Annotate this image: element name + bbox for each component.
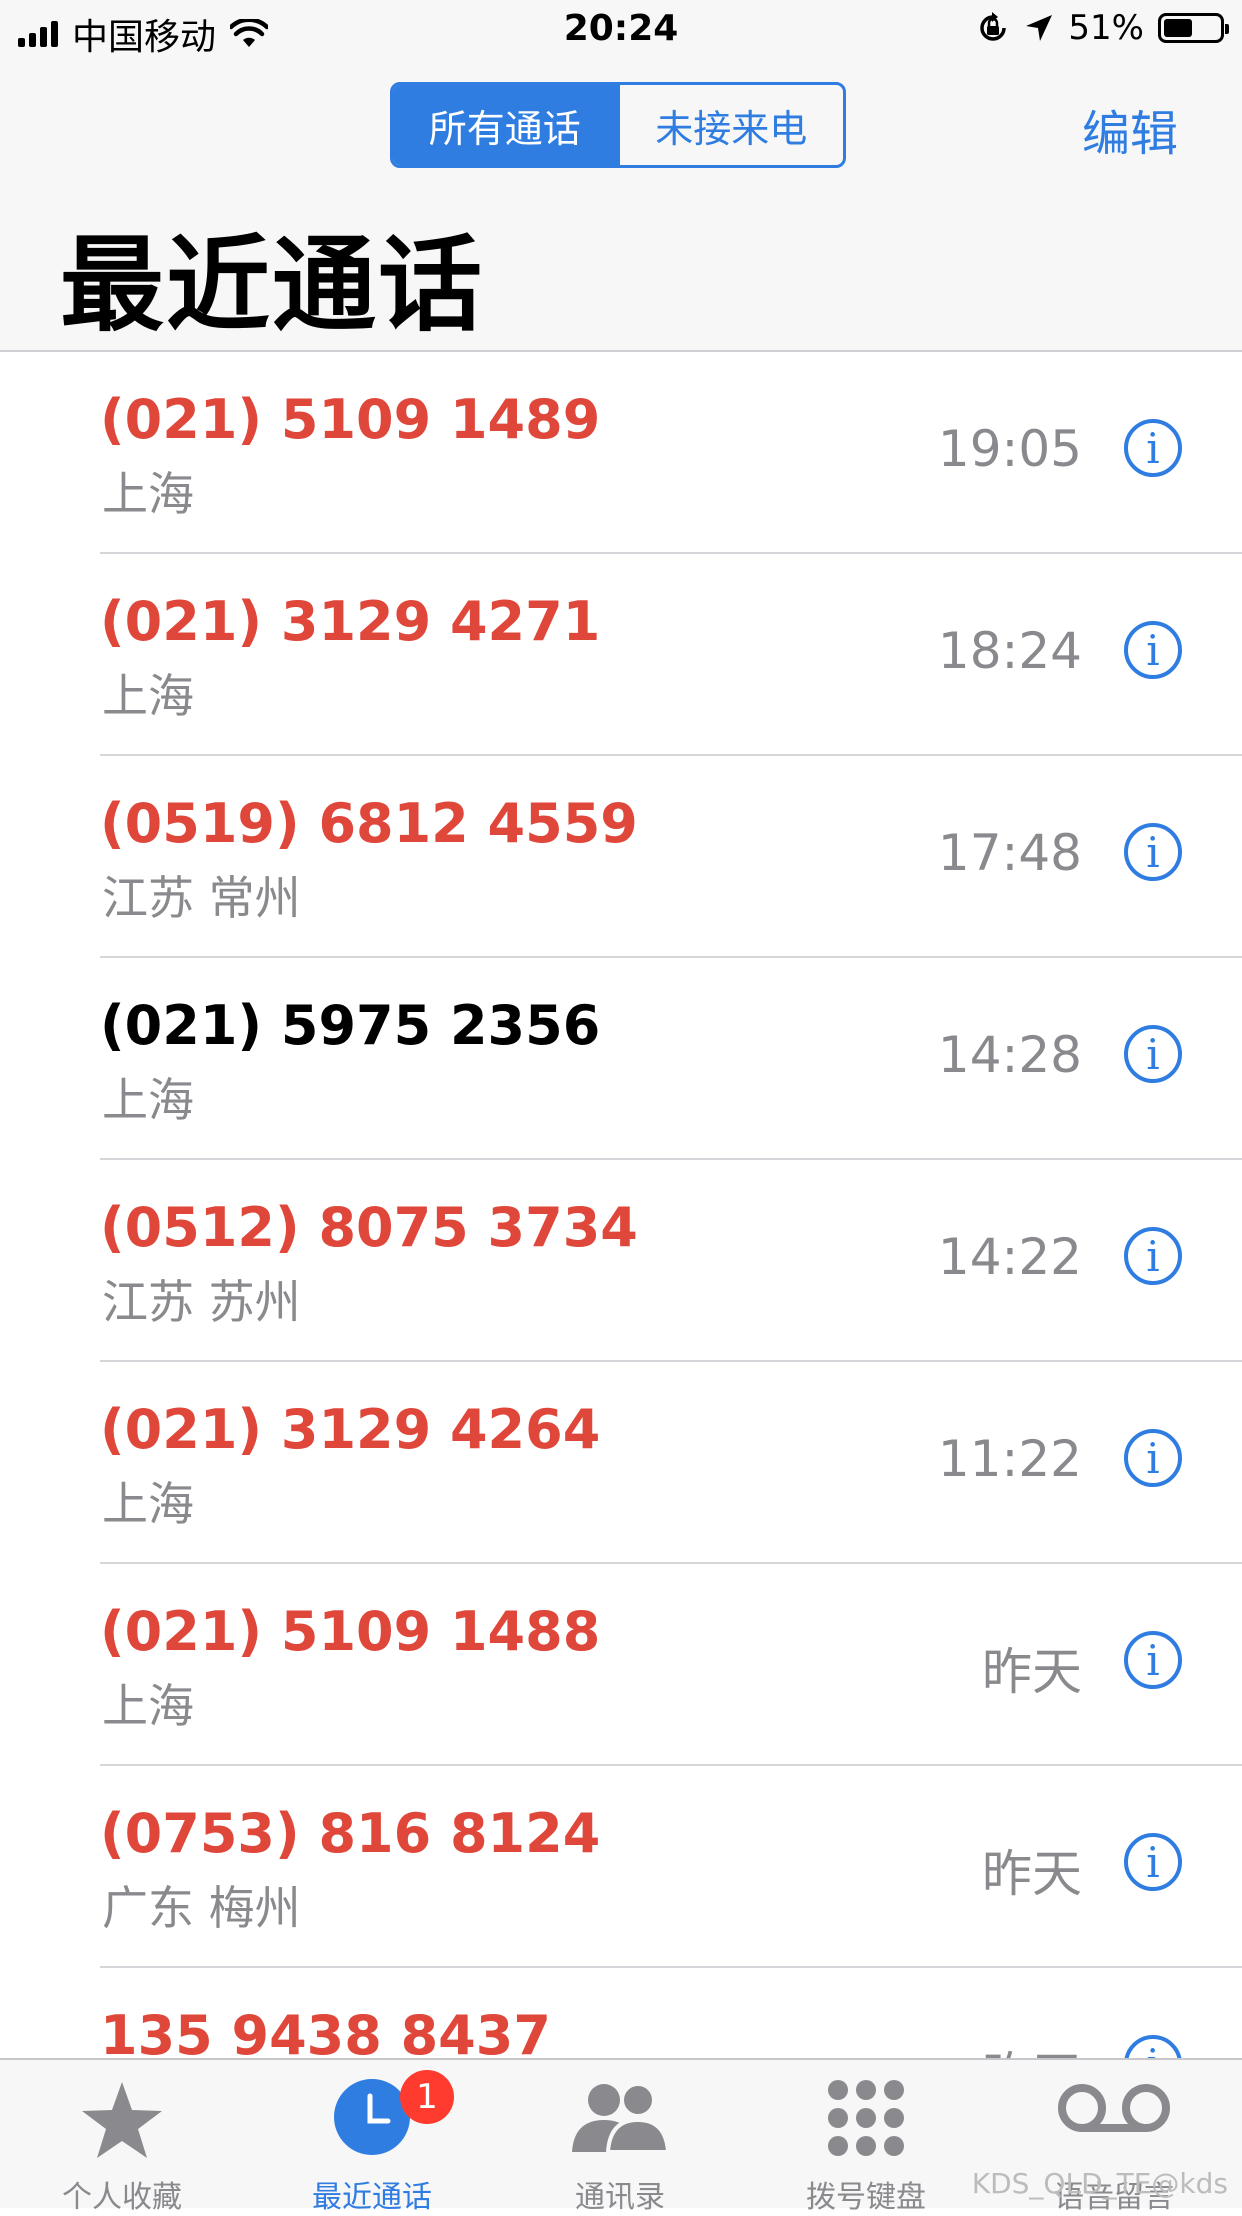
call-time: 17:48 bbox=[937, 824, 1082, 882]
call-location: 上海 bbox=[102, 1477, 194, 1531]
info-icon[interactable]: i bbox=[1124, 1631, 1182, 1689]
call-time: 14:28 bbox=[937, 1026, 1082, 1084]
info-icon[interactable]: i bbox=[1124, 621, 1182, 679]
call-row[interactable]: (0519) 6812 4559 江苏 常州 17:48 i bbox=[0, 756, 1242, 958]
info-icon[interactable]: i bbox=[1124, 2035, 1182, 2058]
call-location: 广东 梅州 bbox=[102, 1881, 301, 1935]
call-row[interactable]: (021) 5109 1488 上海 昨天 i bbox=[0, 1564, 1242, 1766]
call-time: 18:24 bbox=[937, 622, 1082, 680]
call-number: (021) 5109 1488 bbox=[100, 1600, 601, 1663]
keypad-icon bbox=[828, 2080, 904, 2156]
star-icon bbox=[82, 2082, 162, 2158]
call-time: 19:05 bbox=[937, 420, 1082, 478]
battery-icon bbox=[1158, 13, 1229, 43]
call-number: (021) 5109 1489 bbox=[100, 388, 601, 451]
watermark-text: KDS_QLD_TE@kds bbox=[971, 2167, 1228, 2200]
call-number: (0512) 8075 3734 bbox=[100, 1196, 638, 1259]
clock-icon bbox=[334, 2079, 410, 2155]
info-icon[interactable]: i bbox=[1124, 1429, 1182, 1487]
segment-all-calls[interactable]: 所有通话 bbox=[393, 85, 617, 165]
tab-label: 拨号键盘 bbox=[806, 2180, 926, 2215]
call-row[interactable]: (021) 3129 4271 上海 18:24 i bbox=[0, 554, 1242, 756]
call-number: (021) 3129 4264 bbox=[100, 1398, 601, 1461]
call-number: (0519) 6812 4559 bbox=[100, 792, 638, 855]
call-location: 上海 bbox=[102, 467, 194, 521]
tab-keypad[interactable]: 拨号键盘 bbox=[746, 2060, 986, 2215]
tab-label: 通讯录 bbox=[575, 2180, 665, 2215]
call-row[interactable]: (0753) 816 8124 广东 梅州 昨天 i bbox=[0, 1766, 1242, 1968]
tab-recents[interactable]: 1 最近通话 bbox=[252, 2060, 492, 2215]
status-right: 51% bbox=[976, 8, 1229, 48]
edit-button[interactable]: 编辑 bbox=[1082, 94, 1178, 164]
page-title: 最近通话 bbox=[60, 224, 485, 346]
segment-missed-calls[interactable]: 未接来电 bbox=[616, 85, 844, 165]
voicemail-icon bbox=[1058, 2084, 1170, 2132]
call-time: 昨天 bbox=[982, 2036, 1082, 2058]
info-icon[interactable]: i bbox=[1124, 823, 1182, 881]
tab-bar: 个人收藏 1 最近通话 通讯录 拨号键盘 语音留言 KDS_QLD_TE@kds bbox=[0, 2058, 1242, 2215]
call-time: 昨天 bbox=[982, 1845, 1082, 1903]
call-number: (021) 5975 2356 bbox=[100, 994, 601, 1057]
tab-label: 个人收藏 bbox=[62, 2180, 182, 2215]
call-row[interactable]: 135 9438 8437 昨天 i bbox=[0, 1968, 1242, 2058]
call-row[interactable]: (021) 5975 2356 上海 14:28 i bbox=[0, 958, 1242, 1160]
call-number: (021) 3129 4271 bbox=[100, 590, 601, 653]
call-number: 135 9438 8437 bbox=[100, 2004, 551, 2058]
tab-favorites[interactable]: 个人收藏 bbox=[2, 2060, 242, 2215]
info-icon[interactable]: i bbox=[1124, 1227, 1182, 1285]
call-time: 14:22 bbox=[937, 1228, 1082, 1286]
battery-percent: 51% bbox=[1068, 8, 1144, 48]
rotation-lock-icon bbox=[980, 12, 1007, 41]
tab-contacts[interactable]: 通讯录 bbox=[500, 2060, 740, 2215]
call-row[interactable]: (021) 5109 1489 上海 19:05 i bbox=[0, 352, 1242, 554]
call-time: 11:22 bbox=[937, 1430, 1082, 1488]
call-location: 江苏 苏州 bbox=[102, 1275, 301, 1329]
call-location: 上海 bbox=[102, 669, 194, 723]
recent-calls-list[interactable]: (021) 5109 1489 上海 19:05 i (021) 3129 4271 上海… bbox=[0, 352, 1242, 2058]
call-row[interactable]: (021) 3129 4264 上海 11:22 i bbox=[0, 1362, 1242, 1564]
call-number: (0753) 816 8124 bbox=[100, 1802, 601, 1865]
info-icon[interactable]: i bbox=[1124, 419, 1182, 477]
call-location: 江苏 常州 bbox=[102, 871, 301, 925]
info-icon[interactable]: i bbox=[1124, 1833, 1182, 1891]
tab-label: 最近通话 bbox=[312, 2180, 432, 2215]
call-time: 昨天 bbox=[982, 1643, 1082, 1701]
call-location: 上海 bbox=[102, 1679, 194, 1733]
contacts-icon bbox=[572, 2082, 671, 2154]
call-row[interactable]: (0512) 8075 3734 江苏 苏州 14:22 i bbox=[0, 1160, 1242, 1362]
navigation-header: 所有通话 未接来电 编辑 最近通话 bbox=[0, 60, 1242, 352]
status-bar: 中国移动 20:24 51% bbox=[0, 0, 1242, 60]
location-arrow-icon bbox=[1026, 15, 1053, 41]
call-location: 上海 bbox=[102, 1073, 194, 1127]
call-filter-segmented-control: 所有通话 未接来电 bbox=[390, 82, 846, 168]
missed-calls-badge: 1 bbox=[400, 2070, 454, 2124]
info-icon[interactable]: i bbox=[1124, 1025, 1182, 1083]
